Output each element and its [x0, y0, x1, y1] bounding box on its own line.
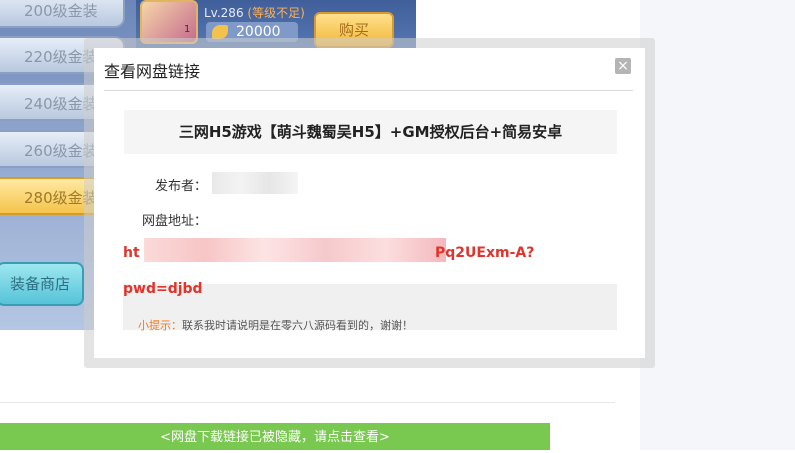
- publisher-name-redacted: [212, 172, 298, 194]
- netdisk-password[interactable]: pwd=djbd: [123, 281, 203, 297]
- netdisk-link-redacted: [144, 238, 446, 262]
- game-level-value: Lv.286: [204, 6, 244, 20]
- close-icon[interactable]: ×: [615, 58, 631, 74]
- hidden-link-bar[interactable]: <网盘下载链接已被隐藏，请点击查看>: [0, 423, 550, 450]
- tip-text: 小提示：联系我时请说明是在零六八源码看到的，谢谢！: [138, 317, 413, 333]
- netdisk-link-suffix[interactable]: Pq2UExm-A?: [435, 245, 534, 261]
- tip-message: 联系我时请说明是在零六八源码看到的，谢谢！: [182, 319, 413, 332]
- game-hero-count: 1: [184, 24, 191, 35]
- netdisk-link-dialog: 查看网盘链接 × 三网H5游戏【萌斗魏蜀吴H5】+GM授权后台+简易安卓 发布者…: [94, 48, 645, 358]
- coin-icon: [212, 25, 228, 39]
- page-divider: [0, 402, 615, 403]
- game-menu-item: 200级金装: [0, 0, 125, 28]
- dialog-title: 查看网盘链接: [104, 62, 201, 81]
- dialog-divider: [104, 90, 633, 91]
- netdisk-address-label: 网盘地址：: [142, 214, 208, 229]
- publisher-label: 发布者：: [155, 179, 208, 194]
- netdisk-link-prefix[interactable]: ht: [123, 245, 140, 261]
- tip-label: 小提示：: [138, 319, 182, 332]
- right-rail: [640, 0, 795, 450]
- resource-title: 三网H5游戏【萌斗魏蜀吴H5】+GM授权后台+简易安卓: [124, 110, 617, 154]
- game-level-warning: (等级不足): [247, 6, 305, 20]
- game-level: Lv.286 (等级不足): [204, 4, 305, 21]
- game-shop-button: 装备商店: [0, 262, 84, 306]
